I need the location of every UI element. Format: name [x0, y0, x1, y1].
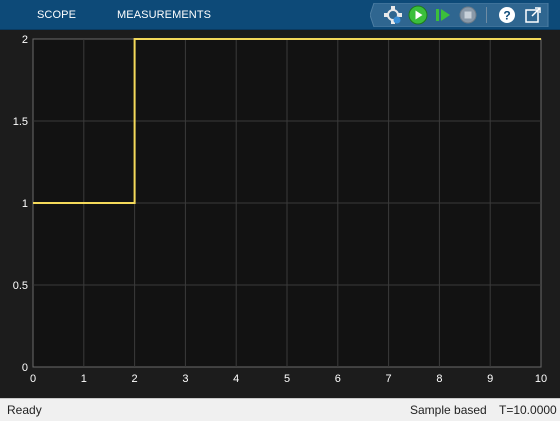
x-tick-label: 8 — [436, 373, 442, 385]
status-bar: Ready Sample based T=10.0000 — [0, 398, 560, 421]
run-icon[interactable] — [407, 4, 429, 26]
scope-plot-area: 0 1 2 3 4 5 6 7 8 9 10 0 0.5 1 1.5 2 — [0, 30, 560, 398]
step-forward-icon[interactable] — [432, 4, 454, 26]
undock-icon[interactable] — [522, 4, 544, 26]
x-tick-label: 0 — [30, 373, 36, 385]
y-tick-label: 1 — [22, 198, 28, 210]
help-icon[interactable]: ? — [496, 4, 518, 26]
y-tick-label: 0.5 — [13, 280, 28, 292]
x-tick-label: 4 — [233, 373, 239, 385]
x-tick-label: 10 — [535, 373, 547, 385]
y-tick-label: 0 — [22, 362, 28, 374]
x-tick-label: 5 — [284, 373, 290, 385]
x-tick-label: 3 — [182, 373, 188, 385]
x-tick-label: 6 — [335, 373, 341, 385]
x-tick-label: 1 — [81, 373, 87, 385]
scope-toolbar: SCOPE MEASUREMENTS ? — [0, 0, 560, 30]
highlight-blocks-icon[interactable] — [382, 4, 404, 26]
x-tick-label: 2 — [132, 373, 138, 385]
svg-text:?: ? — [503, 9, 510, 23]
tab-measurements[interactable]: MEASUREMENTS — [117, 0, 211, 29]
toolstrip-quick-access: ? — [370, 3, 552, 27]
tab-scope[interactable]: SCOPE — [37, 0, 76, 29]
scope-plot[interactable]: 0 1 2 3 4 5 6 7 8 9 10 0 0.5 1 1.5 2 — [0, 30, 560, 398]
x-tick-label: 7 — [386, 373, 392, 385]
x-tick-label: 9 — [487, 373, 493, 385]
stop-icon[interactable] — [457, 4, 479, 26]
toolstrip-separator — [486, 7, 487, 23]
status-time: T=10.0000 — [499, 403, 557, 417]
status-state: Ready — [7, 403, 42, 417]
y-tick-label: 2 — [22, 34, 28, 46]
status-mode: Sample based — [410, 403, 487, 417]
y-tick-label: 1.5 — [13, 116, 28, 128]
